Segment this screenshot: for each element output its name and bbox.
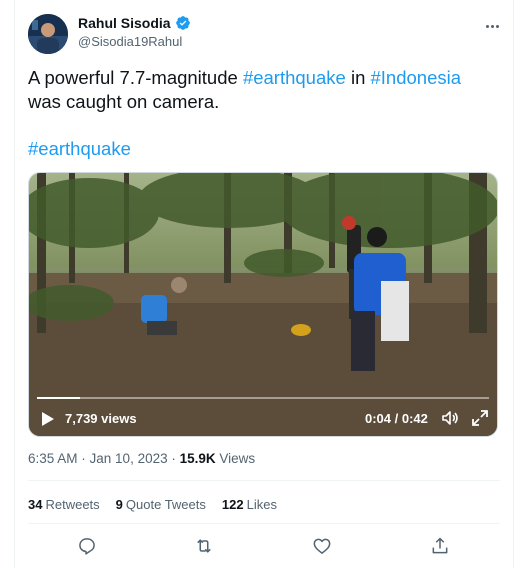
engagement-stats: 34 Retweets 9 Quote Tweets 122 Likes: [28, 497, 277, 512]
tweet-text-part: in: [345, 67, 371, 88]
views-label: Views: [215, 451, 256, 466]
author-name[interactable]: Rahul Sisodia: [78, 15, 171, 31]
tweet-text-part: was caught on camera.: [28, 91, 220, 112]
like-icon[interactable]: [312, 536, 332, 556]
likes-count: 122: [221, 497, 244, 512]
reply-icon[interactable]: [77, 536, 97, 556]
quote-tweets-stat[interactable]: 9 Quote Tweets: [116, 497, 206, 512]
likes-stat[interactable]: 122 Likes: [222, 497, 277, 512]
fullscreen-icon[interactable]: [471, 409, 489, 427]
divider: [28, 480, 500, 481]
hashtag-earthquake-link[interactable]: #earthquake: [243, 67, 346, 88]
views-count: 15.9K: [179, 451, 216, 466]
retweets-label: Retweets: [45, 497, 100, 512]
video-time: 0:04 / 0:42: [365, 411, 428, 426]
tweet-text-part: A powerful 7.7-magnitude: [28, 67, 243, 88]
tweet-meta: 6:35 AM · Jan 10, 2023 · 15.9K Views: [28, 451, 255, 466]
tweet-date[interactable]: Jan 10, 2023: [90, 451, 168, 466]
share-icon[interactable]: [430, 536, 450, 556]
tweet-actions: [0, 536, 521, 556]
verified-badge-icon: [175, 16, 190, 30]
play-icon[interactable]: [41, 411, 55, 427]
quote-tweets-label: Quote Tweets: [125, 497, 206, 512]
volume-icon[interactable]: [441, 409, 459, 427]
author-name-row[interactable]: Rahul Sisodia: [78, 15, 191, 31]
meta-separator: ·: [167, 451, 180, 466]
tweet-text: A powerful 7.7-magnitude #earthquake in …: [28, 66, 498, 114]
hashtag-earthquake-link-2[interactable]: #earthquake: [28, 138, 131, 160]
retweets-stat[interactable]: 34 Retweets: [28, 497, 100, 512]
retweet-icon[interactable]: [194, 536, 214, 556]
divider: [28, 523, 500, 524]
more-options-icon[interactable]: [481, 18, 503, 34]
hashtag-indonesia-link[interactable]: #Indonesia: [371, 67, 462, 88]
avatar[interactable]: [28, 14, 68, 54]
avatar-image: [28, 14, 68, 54]
tweet-time[interactable]: 6:35 AM: [28, 451, 78, 466]
likes-label: Likes: [246, 497, 277, 512]
video-progress-fill: [37, 397, 80, 399]
meta-separator: ·: [77, 451, 90, 466]
retweets-count: 34: [28, 497, 43, 512]
video-player[interactable]: 7,739 views 0:04 / 0:42: [28, 172, 498, 437]
quote-tweets-count: 9: [115, 497, 123, 512]
video-views: 7,739 views: [65, 411, 137, 426]
author-handle[interactable]: @Sisodia19Rahul: [78, 34, 182, 49]
video-progress-bar[interactable]: [37, 397, 489, 399]
